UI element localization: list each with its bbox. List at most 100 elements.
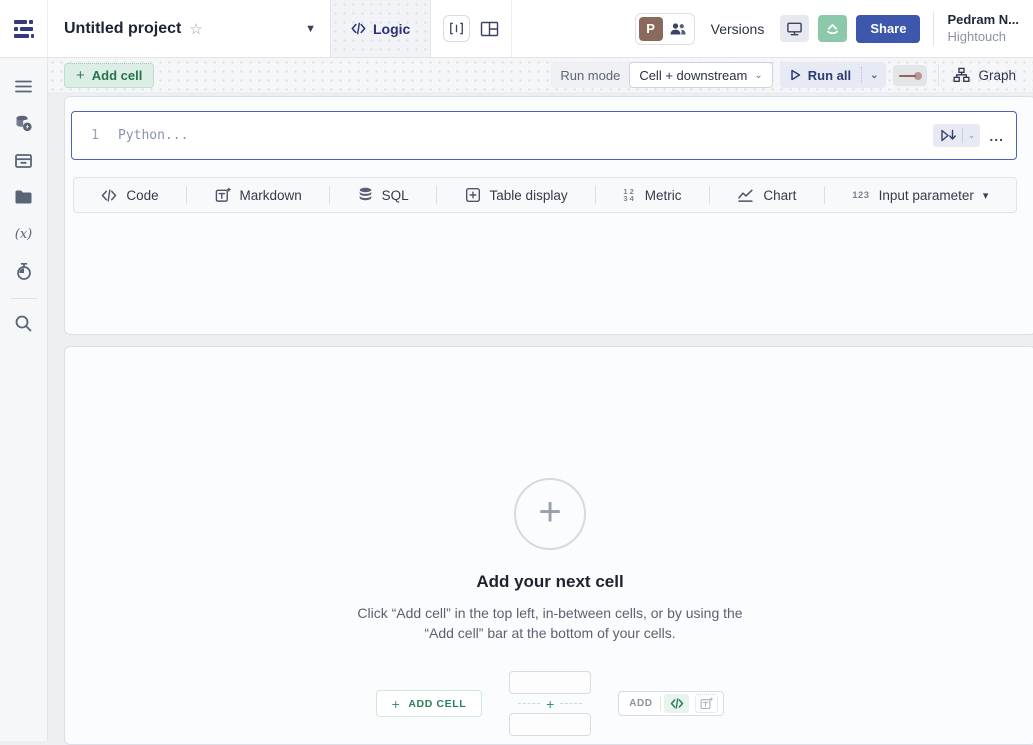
user-name: Pedram N... (947, 12, 1019, 28)
run-mode-label: Run mode (551, 68, 629, 83)
kernel-dot-icon (914, 72, 922, 80)
user-org: Hightouch (947, 29, 1019, 45)
database-icon (358, 187, 373, 203)
sidebar-item-search[interactable] (8, 307, 40, 339)
topbar-right-cluster: P Versions Share Pedram N... Hi (635, 0, 1033, 57)
dash-line (560, 703, 582, 704)
cell-type-markdown[interactable]: Markdown (209, 187, 308, 203)
share-button[interactable]: Share (856, 15, 920, 43)
cell-type-divider (329, 186, 330, 204)
code-editor-placeholder[interactable]: Python... (118, 128, 188, 143)
run-all-main[interactable]: Run all (780, 68, 861, 83)
monitor-icon (786, 21, 803, 37)
sidebar-divider (11, 298, 37, 299)
project-title[interactable]: Untitled project (64, 20, 181, 38)
chevron-down-icon[interactable]: ⌄ (963, 130, 981, 141)
main-area: + Add cell Run mode Cell + downstream ⌄ … (48, 58, 1033, 741)
run-mode-value: Cell + downstream (639, 68, 747, 83)
add-next-cell-button[interactable]: + (514, 478, 586, 550)
input-parameter-icon: 123 (852, 190, 869, 201)
cell-type-metric[interactable]: 12 34 Metric (617, 188, 687, 203)
present-button[interactable] (780, 15, 809, 42)
illustration-cell-box (509, 713, 591, 736)
box-icon (14, 152, 33, 169)
run-all-button[interactable]: Run all ⌄ (780, 62, 887, 88)
divider (660, 696, 661, 711)
canvas-toolbar: + Add cell Run mode Cell + downstream ⌄ … (48, 58, 1033, 92)
focus-view-button[interactable] (443, 15, 470, 42)
run-cell-button[interactable]: ⌄ (933, 124, 981, 147)
split-layout-button[interactable] (480, 21, 499, 37)
cell-type-divider (436, 186, 437, 204)
versions-button[interactable]: Versions (704, 21, 772, 37)
plus-icon: + (546, 696, 554, 712)
sidebar-item-outline[interactable] (8, 70, 40, 102)
illustration-add-bar: ADD (618, 691, 724, 716)
cell-actions: ⌄ ... (933, 124, 1016, 147)
chevron-down-icon[interactable]: ⌄ (862, 70, 886, 81)
kernel-status-toggle[interactable] (893, 65, 927, 86)
cell-type-table-display[interactable]: Table display (459, 187, 574, 203)
plus-icon: + (392, 696, 401, 712)
cell-type-input-parameter-label: Input parameter (879, 188, 974, 203)
line-number: 1 (72, 128, 118, 143)
illustration-add-label: ADD (621, 698, 660, 709)
avatar: P (639, 17, 663, 41)
code-icon (101, 189, 117, 202)
cell-type-code-label: Code (126, 188, 158, 203)
layout-grid-icon (480, 21, 499, 37)
notebook-panel: 1 Python... ⌄ ... (64, 96, 1033, 335)
code-icon (351, 22, 366, 35)
left-sidebar: (x) (0, 58, 48, 741)
cell-type-chart[interactable]: Chart (731, 188, 802, 203)
cell-type-divider (824, 186, 825, 204)
metric-icon: 12 34 (623, 188, 635, 203)
user-block[interactable]: Pedram N... Hightouch (947, 12, 1021, 45)
caret-down-icon: ▾ (983, 189, 989, 202)
graph-label: Graph (978, 68, 1016, 83)
run-advance-icon (940, 129, 957, 142)
markdown-icon (700, 697, 713, 710)
sidebar-item-packages[interactable] (8, 144, 40, 176)
star-icon[interactable]: ☆ (189, 20, 202, 38)
sidebar-item-files[interactable] (8, 181, 40, 213)
run-mode-group: Run mode Cell + downstream ⌄ (551, 62, 772, 88)
project-title-area: Untitled project ☆ ▼ (48, 0, 330, 57)
sidebar-item-data-sources[interactable] (8, 107, 40, 139)
cell-menu-button[interactable]: ... (989, 128, 1004, 144)
stopwatch-icon (15, 262, 33, 281)
sidebar-item-variables[interactable]: (x) (8, 218, 40, 250)
cell-type-sql[interactable]: SQL (352, 187, 415, 203)
collaborators-group[interactable]: P (635, 13, 695, 45)
graph-button[interactable]: Graph (950, 67, 1019, 83)
illustration-markdown-chip (695, 694, 718, 713)
empty-state-panel: + Add your next cell Click “Add cell” in… (64, 346, 1033, 745)
app-logo-icon (14, 20, 34, 38)
tab-strip: Logic (330, 0, 512, 57)
app-logo[interactable] (0, 0, 48, 57)
empty-state-description: Click “Add cell” in the top left, in-bet… (349, 604, 751, 643)
add-cell-button[interactable]: + Add cell (64, 63, 154, 88)
cell-type-input-parameter[interactable]: 123 Input parameter ▾ (846, 188, 994, 203)
sidebar-item-scheduled-runs[interactable] (8, 255, 40, 287)
markdown-icon (215, 187, 231, 203)
empty-state: + Add your next cell Click “Add cell” in… (65, 347, 1033, 736)
code-cell[interactable]: 1 Python... ⌄ ... (71, 111, 1017, 160)
illustration-code-chip (664, 694, 689, 713)
tab-logic[interactable]: Logic (330, 0, 431, 57)
cell-type-code[interactable]: Code (95, 188, 164, 203)
folder-icon (14, 189, 33, 205)
brackets-icon (449, 22, 464, 35)
plus-icon: + (76, 68, 85, 83)
toolbar-divider (938, 64, 939, 86)
tab-logic-label: Logic (373, 21, 410, 37)
view-toggle-group (431, 0, 512, 57)
cell-type-table-label: Table display (490, 188, 568, 203)
run-cell-main[interactable] (933, 129, 962, 142)
publish-button[interactable] (818, 15, 847, 42)
plus-icon: + (538, 512, 561, 516)
project-menu-caret-icon[interactable]: ▼ (305, 23, 316, 35)
run-mode-select[interactable]: Cell + downstream ⌄ (629, 62, 772, 88)
dash-line (518, 703, 540, 704)
topbar-divider (933, 12, 934, 46)
